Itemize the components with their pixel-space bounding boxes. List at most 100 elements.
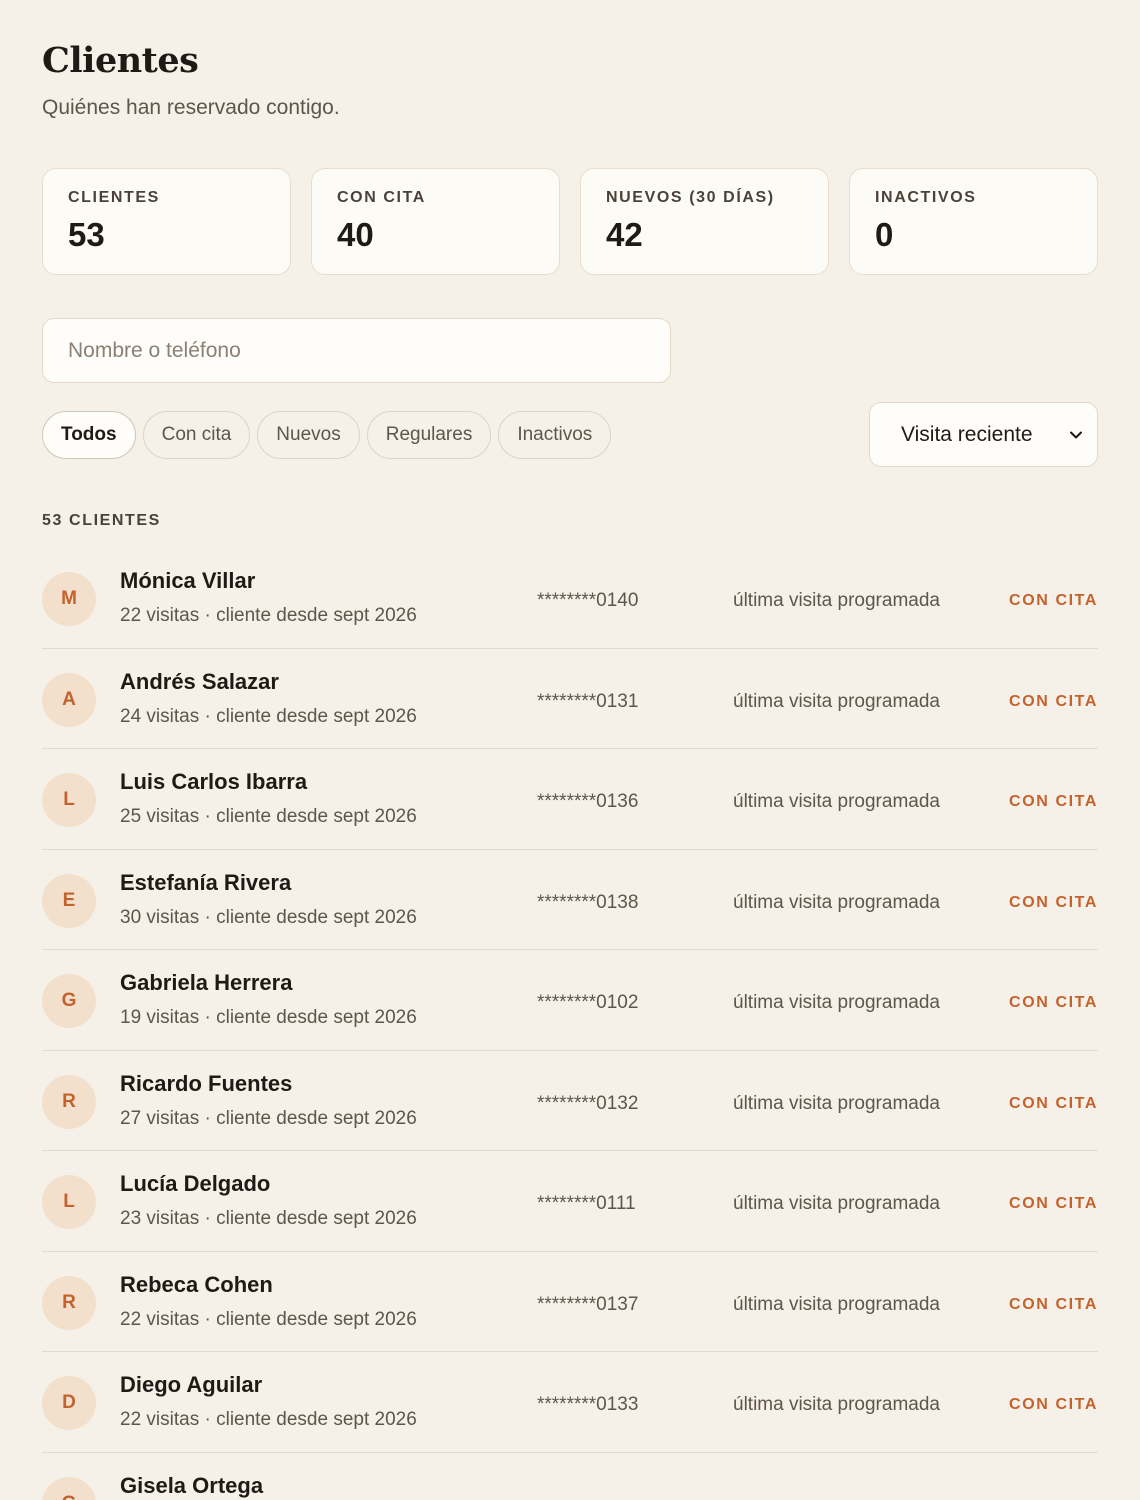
page-title: Clientes — [42, 40, 199, 81]
chevron-down-icon — [1070, 431, 1082, 438]
client-last-visit: última visita programada — [733, 690, 940, 712]
page-subtitle: Quiénes han reservado contigo. — [42, 96, 340, 119]
client-name: Lucía Delgado — [120, 1171, 271, 1196]
filter-chip-nuevos[interactable]: Nuevos — [257, 411, 360, 459]
avatar: R — [42, 1275, 96, 1330]
client-visits: 25 visitas — [120, 806, 200, 827]
client-visits: 24 visitas — [120, 705, 200, 727]
client-meta: 22 visitas · cliente desde sept 2026 — [120, 1309, 417, 1331]
client-name: Rebeca Cohen — [120, 1271, 273, 1297]
client-since: cliente desde sept 2026 — [216, 1308, 417, 1330]
client-phone: ********0131 — [537, 690, 639, 712]
client-meta: 22 visitas · cliente desde sept 2026 — [120, 1409, 417, 1431]
avatar: D — [42, 1376, 96, 1430]
meta-separator: · — [199, 705, 217, 727]
client-row[interactable]: L Lucía Delgado 23 visitas · cliente desde… — [42, 1151, 1098, 1252]
client-name: Diego Aguilar — [120, 1372, 263, 1397]
client-row[interactable]: L Luis Carlos Ibarra 25 visitas · cliente … — [42, 749, 1098, 850]
avatar: E — [42, 873, 96, 928]
client-phone: ********0102 — [537, 992, 639, 1013]
client-name: Ricardo Fuentes — [120, 1070, 293, 1096]
status-badge: CON CITA — [1009, 692, 1098, 710]
client-since: cliente desde sept 2026 — [216, 605, 417, 626]
meta-separator: · — [199, 806, 217, 827]
client-since: cliente desde sept 2026 — [216, 1208, 417, 1229]
filter-chip-inactivos[interactable]: Inactivos — [498, 411, 612, 459]
stat-card-clientes: CLIENTES 53 — [42, 168, 291, 275]
status-badge: CON CITA — [1009, 793, 1098, 810]
client-row[interactable]: M Mónica Villar 22 visitas · cliente desde… — [42, 548, 1098, 649]
client-last-visit: última visita programada — [733, 992, 940, 1013]
filter-chip-con-cita[interactable]: Con cita — [142, 411, 251, 459]
avatar: G — [42, 1476, 96, 1500]
client-row[interactable]: E Estefanía Rivera 30 visitas · cliente de… — [42, 850, 1098, 950]
client-phone: ********0138 — [537, 891, 639, 913]
client-name: Gisela Ortega — [120, 1472, 264, 1498]
client-row[interactable]: G Gabriela Herrera 19 visitas · cliente de… — [42, 950, 1098, 1051]
search-input[interactable] — [42, 318, 671, 383]
avatar: A — [42, 672, 96, 727]
client-row[interactable]: D Diego Aguilar 22 visitas · cliente desde… — [42, 1352, 1098, 1453]
client-last-visit: última visita programada — [733, 1193, 940, 1214]
client-meta: 22 visitas · cliente desde sept 2026 — [120, 605, 417, 627]
client-name: Mónica Villar — [120, 568, 256, 593]
client-name: Gabriela Herrera — [120, 970, 293, 995]
client-meta: 30 visitas · cliente desde sept 2026 — [120, 907, 417, 929]
client-since: cliente desde sept 2026 — [216, 705, 417, 727]
status-badge: CON CITA — [1009, 1396, 1098, 1413]
client-name: Estefanía Rivera — [120, 869, 292, 895]
client-since: cliente desde sept 2026 — [216, 806, 417, 827]
avatar: R — [42, 1074, 96, 1129]
client-row[interactable]: R Ricardo Fuentes 27 visitas · cliente des… — [42, 1051, 1098, 1151]
client-visits: 30 visitas — [120, 906, 200, 928]
meta-separator: · — [199, 1308, 217, 1330]
client-since: cliente desde sept 2026 — [216, 1107, 417, 1129]
client-since: cliente desde sept 2026 — [216, 1007, 417, 1028]
filter-chip-regulares[interactable]: Regulares — [366, 411, 492, 459]
client-phone: ********0136 — [537, 791, 639, 812]
stat-value: 0 — [875, 216, 894, 253]
status-badge: CON CITA — [1009, 592, 1098, 609]
status-badge: CON CITA — [1009, 1094, 1098, 1112]
sort-select[interactable]: Visita reciente — [869, 402, 1098, 467]
sort-selected-value: Visita reciente — [901, 422, 1033, 446]
client-name: Andrés Salazar — [120, 668, 279, 694]
status-badge: CON CITA — [1009, 1195, 1098, 1212]
client-visits: 22 visitas — [120, 605, 200, 626]
filter-chip-todos[interactable]: Todos — [42, 411, 136, 459]
client-last-visit: última visita programada — [733, 1293, 940, 1315]
client-visits: 23 visitas — [120, 1208, 200, 1229]
client-phone: ********0111 — [537, 1193, 636, 1214]
clients-page: Clientes Quiénes han reservado contigo. … — [0, 0, 1140, 1500]
avatar: L — [42, 773, 96, 827]
status-badge: CON CITA — [1009, 994, 1098, 1011]
client-meta: 27 visitas · cliente desde sept 2026 — [120, 1108, 417, 1130]
client-last-visit: última visita programada — [733, 891, 940, 913]
client-row[interactable]: A Andrés Salazar 24 visitas · cliente desd… — [42, 649, 1098, 749]
avatar: G — [42, 974, 96, 1028]
client-visits: 19 visitas — [120, 1007, 200, 1028]
client-meta: 19 visitas · cliente desde sept 2026 — [120, 1007, 417, 1029]
avatar: L — [42, 1175, 96, 1229]
client-last-visit: última visita programada — [733, 1092, 940, 1114]
stat-label: NUEVOS (30 DÍAS) — [606, 189, 775, 206]
meta-separator: · — [199, 605, 217, 626]
client-last-visit: última visita programada — [733, 1394, 940, 1415]
status-badge: CON CITA — [1009, 1295, 1098, 1313]
client-visits: 22 visitas — [120, 1308, 200, 1330]
client-since: cliente desde sept 2026 — [216, 1409, 417, 1430]
stat-card-con-cita: CON CITA 40 — [311, 168, 560, 275]
client-row[interactable]: G Gisela Ortega — [42, 1453, 1098, 1500]
client-meta: 23 visitas · cliente desde sept 2026 — [120, 1208, 417, 1230]
meta-separator: · — [199, 1208, 217, 1229]
client-last-visit: última visita programada — [733, 791, 940, 812]
client-visits: 27 visitas — [120, 1107, 200, 1129]
stat-value: 42 — [606, 216, 643, 253]
filter-chips: Todos Con cita Nuevos Regulares Inactivo… — [42, 411, 612, 459]
stat-card-nuevos: NUEVOS (30 DÍAS) 42 — [580, 168, 829, 275]
client-row[interactable]: R Rebeca Cohen 22 visitas · cliente desde … — [42, 1252, 1098, 1352]
client-phone: ********0140 — [537, 590, 639, 611]
client-phone: ********0133 — [537, 1394, 639, 1415]
avatar: M — [42, 572, 96, 626]
stat-value: 53 — [68, 216, 105, 253]
